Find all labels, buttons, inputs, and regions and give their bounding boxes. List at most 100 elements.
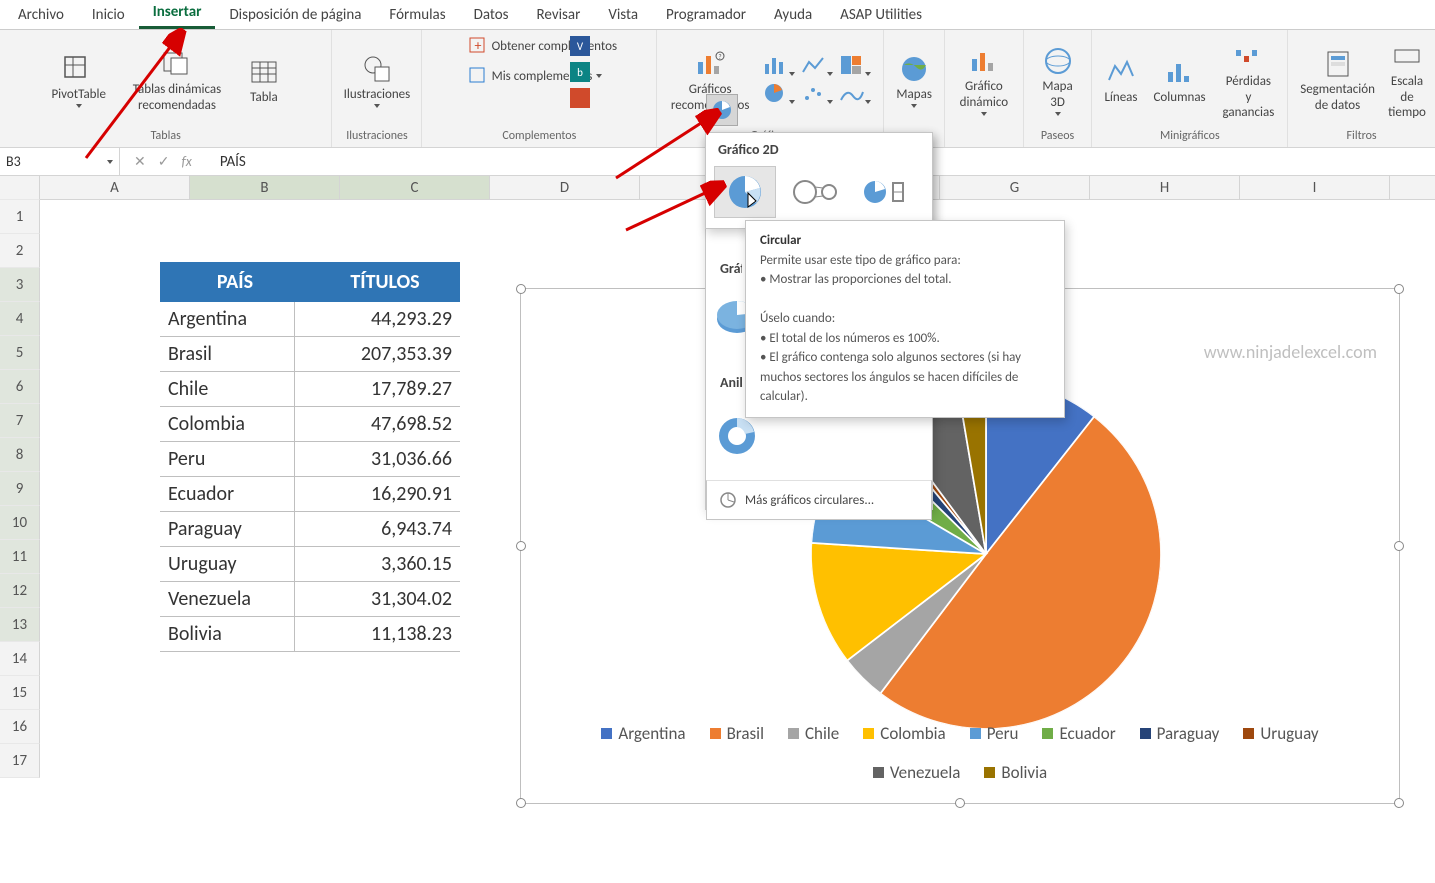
col-header-J[interactable]: J [1390,176,1435,200]
table-row[interactable]: Paraguay6,943.74 [160,512,460,547]
legend-item-uruguay[interactable]: Uruguay [1243,723,1318,744]
cell-value[interactable]: 47,698.52 [295,407,460,441]
pivot-chart-button[interactable]: Gráfico dinámico [953,41,1015,120]
maps-button[interactable]: Mapas [892,49,935,113]
3d-map-button[interactable]: Mapa 3D [1032,41,1084,120]
bing-addin-icon[interactable]: b [570,62,590,82]
tab-revisar[interactable]: Revisar [523,1,595,29]
tab-inicio[interactable]: Inicio [78,1,139,29]
pie-of-pie-option[interactable] [784,166,846,218]
table-row[interactable]: Peru31,036.66 [160,442,460,477]
row-header-5[interactable]: 5 [0,336,40,370]
legend-item-colombia[interactable]: Colombia [863,723,945,744]
col-header-A[interactable]: A [40,176,190,200]
legend-item-venezuela[interactable]: Venezuela [873,762,961,783]
sparkline-line-button[interactable]: Líneas [1100,52,1141,110]
sparkline-column-button[interactable]: Columnas [1150,52,1210,110]
cell-value[interactable]: 207,353.39 [295,337,460,371]
cell-country[interactable]: Chile [160,372,295,406]
cell-value[interactable]: 3,360.15 [295,547,460,581]
row-header-11[interactable]: 11 [0,540,40,574]
legend-item-ecuador[interactable]: Ecuador [1042,723,1115,744]
cell-value[interactable]: 31,036.66 [295,442,460,476]
tab-datos[interactable]: Datos [460,1,523,29]
row-header-9[interactable]: 9 [0,472,40,506]
table-row[interactable]: Ecuador16,290.91 [160,477,460,512]
cell-value[interactable]: 11,138.23 [295,617,460,651]
tab-vista[interactable]: Vista [594,1,652,29]
col-header-H[interactable]: H [1090,176,1240,200]
cell-country[interactable]: Colombia [160,407,295,441]
table-row[interactable]: Chile17,789.27 [160,372,460,407]
pie-chart-menu[interactable] [763,82,799,108]
formula-value[interactable]: PAÍS [206,153,260,171]
visio-addin-icon[interactable]: V [570,36,590,56]
row-header-6[interactable]: 6 [0,370,40,404]
cell-country[interactable]: Peru [160,442,295,476]
scatter-chart-menu[interactable] [801,82,837,108]
cell-value[interactable]: 6,943.74 [295,512,460,546]
tab-asap-utilities[interactable]: ASAP Utilities [826,1,936,29]
col-header-B[interactable]: B [190,176,340,200]
surface-chart-menu[interactable] [839,82,875,108]
legend-item-brasil[interactable]: Brasil [710,723,764,744]
row-header-15[interactable]: 15 [0,676,40,710]
table-row[interactable]: Argentina44,293.29 [160,302,460,337]
row-header-4[interactable]: 4 [0,302,40,336]
cell-country[interactable]: Ecuador [160,477,295,511]
illustrations-button[interactable]: Ilustraciones [340,49,415,113]
legend-item-peru[interactable]: Peru [970,723,1019,744]
legend-item-bolivia[interactable]: Bolivia [984,762,1047,783]
table-row[interactable]: Uruguay3,360.15 [160,547,460,582]
get-addins-button[interactable]: +Obtener complementos [464,34,621,58]
more-pie-charts-link[interactable]: Más gráficos circulares... [706,480,932,520]
row-header-13[interactable]: 13 [0,608,40,642]
tab-archivo[interactable]: Archivo [4,1,78,29]
row-header-14[interactable]: 14 [0,642,40,676]
table-row[interactable]: Colombia47,698.52 [160,407,460,442]
cell-value[interactable]: 44,293.29 [295,302,460,336]
table-row[interactable]: Brasil207,353.39 [160,337,460,372]
row-header-2[interactable]: 2 [0,234,40,268]
row-header-17[interactable]: 17 [0,744,40,778]
column-chart-menu[interactable] [763,54,799,80]
legend-item-argentina[interactable]: Argentina [601,723,685,744]
row-header-3[interactable]: 3 [0,268,40,302]
row-header-16[interactable]: 16 [0,710,40,744]
cell-value[interactable]: 31,304.02 [295,582,460,616]
row-header-10[interactable]: 10 [0,506,40,540]
tab-insertar[interactable]: Insertar [139,0,216,29]
cell-value[interactable]: 17,789.27 [295,372,460,406]
line-chart-menu[interactable] [801,54,837,80]
cell-value[interactable]: 16,290.91 [295,477,460,511]
tab-fórmulas[interactable]: Fórmulas [375,1,459,29]
col-header-I[interactable]: I [1240,176,1390,200]
people-addin-icon[interactable] [570,88,590,108]
tab-programador[interactable]: Programador [652,1,760,29]
bar-of-pie-option[interactable] [854,166,916,218]
slicer-button[interactable]: Segmentación de datos [1296,44,1379,117]
table-row[interactable]: Bolivia11,138.23 [160,617,460,652]
tab-disposición-de-página[interactable]: Disposición de página [215,1,375,29]
sparkline-winloss-button[interactable]: Pérdidas y ganancias [1218,36,1280,125]
cell-country[interactable]: Venezuela [160,582,295,616]
cell-country[interactable]: Brasil [160,337,295,371]
row-header-12[interactable]: 12 [0,574,40,608]
row-header-8[interactable]: 8 [0,438,40,472]
col-header-C[interactable]: C [340,176,490,200]
row-header-1[interactable]: 1 [0,200,40,234]
cell-country[interactable]: Uruguay [160,547,295,581]
timeline-button[interactable]: Escala de tiempo [1387,36,1427,125]
legend-item-paraguay[interactable]: Paraguay [1140,723,1220,744]
tab-ayuda[interactable]: Ayuda [760,1,826,29]
doughnut-option[interactable] [715,414,760,459]
cell-country[interactable]: Bolivia [160,617,295,651]
table-row[interactable]: Venezuela31,304.02 [160,582,460,617]
legend-item-chile[interactable]: Chile [788,723,839,744]
cell-country[interactable]: Argentina [160,302,295,336]
cell-country[interactable]: Paraguay [160,512,295,546]
col-header-G[interactable]: G [940,176,1090,200]
treemap-chart-menu[interactable] [839,54,875,80]
table-button[interactable]: Tabla [244,52,284,110]
row-header-7[interactable]: 7 [0,404,40,438]
